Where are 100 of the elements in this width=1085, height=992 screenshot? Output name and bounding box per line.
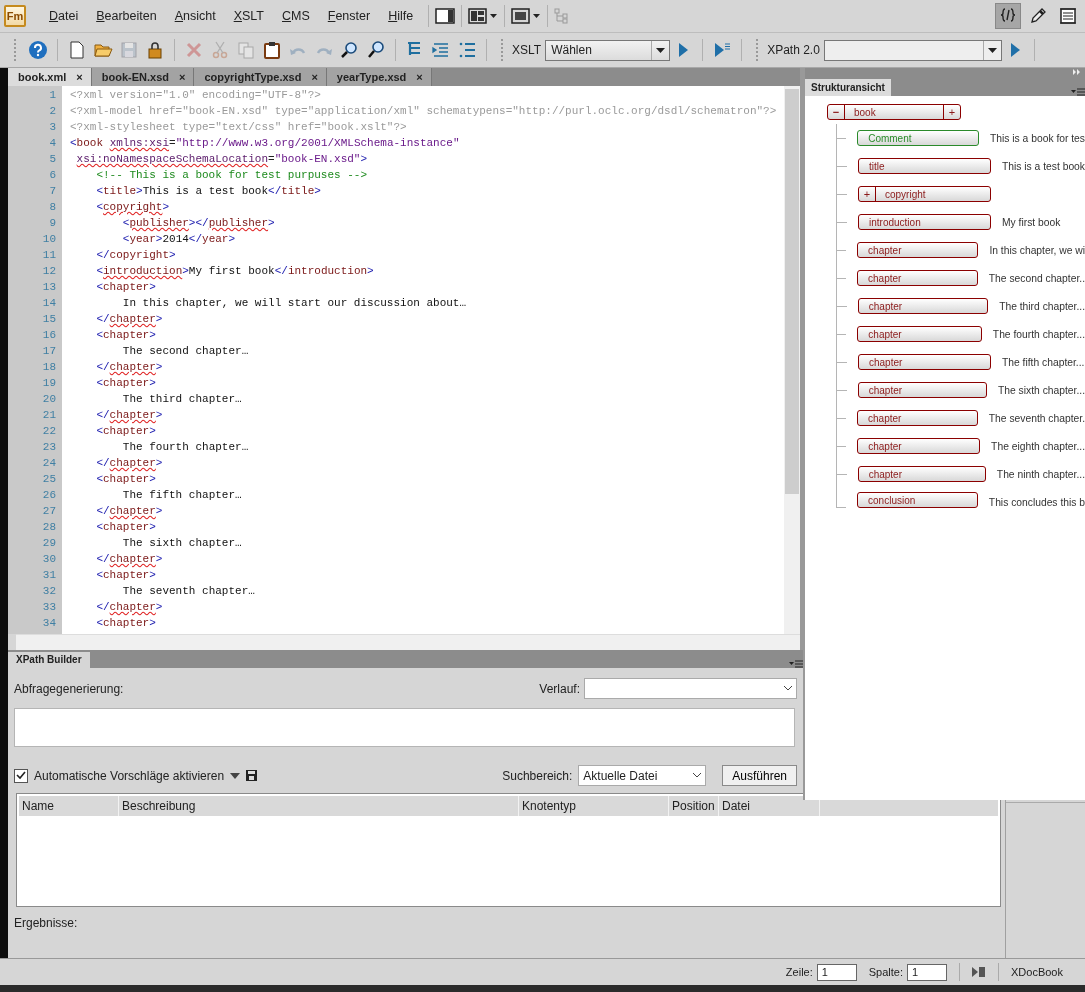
- element-node[interactable]: chapter: [857, 466, 986, 482]
- node-value: This is a book for tes: [990, 132, 1085, 144]
- element-node[interactable]: chapter: [857, 242, 979, 258]
- file-tab[interactable]: copyrightType.xsd ×: [194, 68, 327, 86]
- save-icon[interactable]: [246, 770, 258, 781]
- file-tab[interactable]: book.xml ×: [8, 68, 92, 86]
- line-number: 24: [41, 456, 57, 471]
- cut-icon: [210, 40, 230, 60]
- element-node[interactable]: introduction: [858, 214, 991, 230]
- element-node[interactable]: chapter: [857, 326, 982, 342]
- menu-item[interactable]: Datei: [40, 9, 88, 23]
- file-tab[interactable]: book-EN.xsd ×: [91, 68, 195, 86]
- element-node[interactable]: conclusion: [857, 492, 978, 508]
- panel-tab[interactable]: Strukturansicht: [805, 79, 891, 96]
- line-number: 3: [48, 120, 57, 135]
- column-header[interactable]: Position: [669, 796, 719, 816]
- element-node[interactable]: chapter: [857, 298, 989, 314]
- xslt-combo[interactable]: Wählen: [545, 39, 671, 61]
- column-header[interactable]: Knotentyp: [519, 796, 669, 816]
- save-icon: [119, 40, 139, 60]
- code-line: The fifth chapter…: [121, 488, 243, 503]
- column-header[interactable]: Name: [19, 796, 119, 816]
- search-icon: [366, 40, 386, 60]
- play-list-icon: [713, 42, 732, 58]
- code-line: xsi:noNamespaceSchemaLocation="book-EN.xsd">: [75, 152, 369, 167]
- element-node[interactable]: + copyright: [858, 186, 991, 202]
- checkmark-icon: [16, 771, 26, 780]
- chevron-down-icon: [693, 773, 702, 778]
- menu-item[interactable]: Bearbeiten: [87, 9, 166, 23]
- workspace-dropdown-icon[interactable]: [468, 8, 499, 24]
- run-button[interactable]: Ausführen: [722, 765, 797, 786]
- line-number: 20: [41, 392, 57, 407]
- line-field[interactable]: 1: [816, 963, 857, 981]
- vertical-scrollbar[interactable]: [784, 86, 800, 634]
- horizontal-scrollbar[interactable]: [16, 634, 800, 650]
- close-tab-button[interactable]: ×: [311, 71, 318, 83]
- code-line: <?xml version="1.0" encoding="UTF-8"?>: [70, 88, 322, 103]
- code-line: The third chapter…: [121, 392, 243, 407]
- scope-dropdown[interactable]: Aktuelle Datei: [578, 765, 707, 786]
- line-label: Zeile:: [785, 966, 813, 978]
- close-tab-button[interactable]: ×: [416, 71, 423, 83]
- validation-icon[interactable]: [972, 966, 986, 978]
- delete-icon: [184, 40, 204, 60]
- checkbox[interactable]: [14, 768, 28, 783]
- line-number: 11: [41, 248, 57, 263]
- toggle-button[interactable]: −: [828, 105, 845, 119]
- element-node[interactable]: chapter: [857, 382, 987, 398]
- line-number: 17: [41, 344, 57, 359]
- column-label: Spalte:: [868, 966, 903, 978]
- element-node[interactable]: chapter: [857, 270, 978, 286]
- element-node[interactable]: chapter: [858, 354, 991, 370]
- element-node[interactable]: title: [858, 158, 991, 174]
- query-input[interactable]: [14, 708, 795, 747]
- numbered-list-icon: [457, 40, 477, 60]
- panel-layout-icon[interactable]: [435, 8, 456, 24]
- comment-node[interactable]: Comment: [857, 130, 979, 146]
- line-number: 16: [41, 328, 57, 343]
- element-node[interactable]: − book +: [827, 104, 961, 120]
- document-view-icon: [1058, 6, 1078, 26]
- pencil-icon: [1028, 6, 1048, 26]
- line-number: 32: [41, 584, 57, 599]
- node-value: The seventh chapter.: [988, 412, 1085, 424]
- xslt-label: XSLT: [512, 43, 542, 57]
- code-line: </chapter>: [95, 312, 164, 327]
- menu-item[interactable]: Ansicht: [165, 9, 225, 23]
- code-line: <chapter>: [95, 328, 157, 343]
- node-value: In this chapter, we wi: [989, 244, 1085, 256]
- file-tab[interactable]: yearType.xsd ×: [326, 68, 432, 86]
- xpath-field[interactable]: [823, 39, 1002, 61]
- line-number: 23: [41, 440, 57, 455]
- line-number: 1: [48, 88, 57, 103]
- checkbox-label: Automatische Vorschläge aktivieren: [34, 768, 225, 783]
- close-tab-button[interactable]: ×: [178, 71, 186, 83]
- dropdown-arrow-icon[interactable]: [230, 772, 241, 779]
- line-number: 7: [48, 184, 57, 199]
- toggle-button[interactable]: +: [859, 187, 876, 201]
- node-value: This concludes this b: [988, 497, 1085, 508]
- menu-item[interactable]: CMS: [273, 9, 319, 23]
- menu-item[interactable]: Fenster: [318, 9, 380, 23]
- panel-tab[interactable]: XPath Builder: [8, 652, 90, 668]
- column-header[interactable]: Beschreibung: [119, 796, 519, 816]
- close-tab-button[interactable]: ×: [76, 71, 83, 83]
- code-line: In this chapter, we will start our discussion about…: [121, 296, 468, 311]
- column-field[interactable]: 1: [907, 963, 947, 981]
- play-icon: [1008, 42, 1021, 58]
- screen-mode-icon[interactable]: [511, 8, 542, 24]
- element-node[interactable]: chapter: [857, 410, 978, 426]
- line-number: 30: [41, 552, 57, 567]
- node-value: The third chapter...: [999, 300, 1085, 312]
- panel-menu-icon[interactable]: [789, 660, 803, 668]
- add-button[interactable]: +: [943, 105, 960, 119]
- element-node[interactable]: chapter: [857, 438, 981, 454]
- menu-item[interactable]: Hilfe: [379, 9, 423, 23]
- scope-label: Suchbereich:: [502, 768, 573, 783]
- view-mode-button[interactable]: [995, 3, 1021, 29]
- history-dropdown[interactable]: [584, 678, 797, 699]
- code-line: <?xml-stylesheet type="text/css" href="book.xslt"?>: [70, 120, 408, 135]
- line-number: 31: [41, 568, 57, 583]
- menu-item[interactable]: XSLT: [224, 9, 273, 23]
- panel-menu-icon[interactable]: [1071, 88, 1085, 96]
